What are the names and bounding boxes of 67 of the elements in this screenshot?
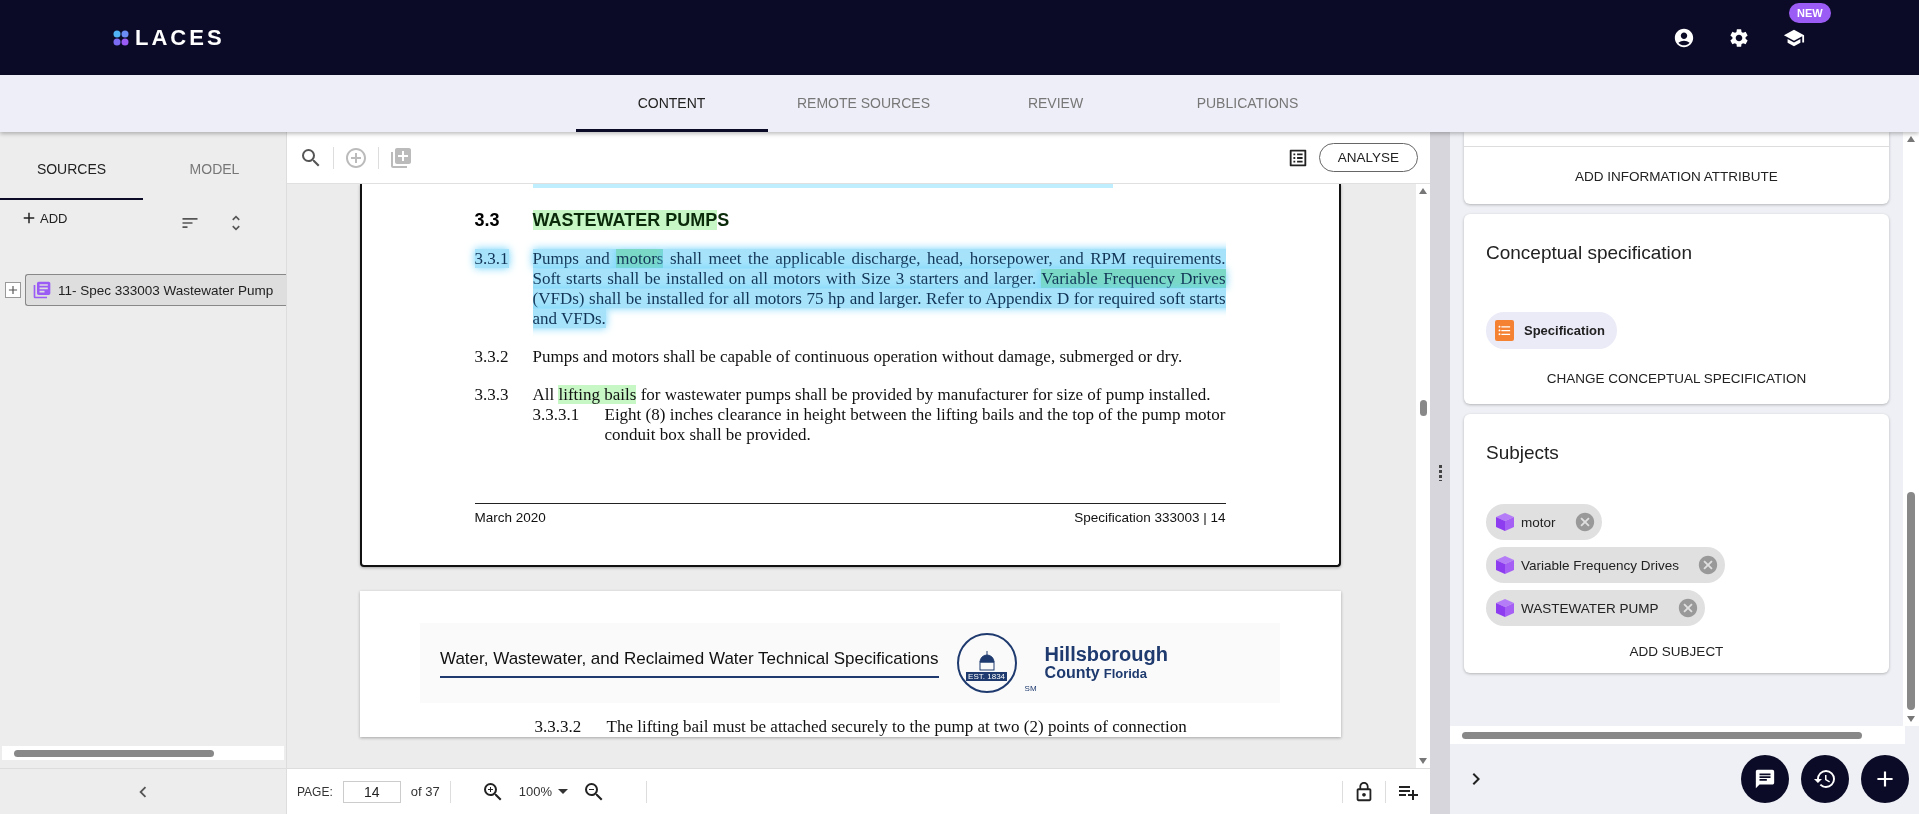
page-total: of 37 — [410, 784, 440, 799]
history-icon — [1813, 767, 1837, 791]
panel-tab[interactable]: MODEL — [143, 132, 286, 200]
add-button[interactable]: ADD — [20, 209, 68, 227]
horizontal-scrollbar[interactable] — [1450, 726, 1905, 744]
specification-chip[interactable]: Specification — [1486, 312, 1617, 349]
history-button[interactable] — [1801, 755, 1849, 803]
new-badge: NEW — [1789, 2, 1831, 23]
clause-text: Eight (8) inches clearance in height between the lifting bails and the top of the pump motor conduit box shall be provided. — [604, 405, 1226, 445]
main-tab[interactable]: REVIEW — [959, 75, 1152, 132]
scroll-down-arrow-icon[interactable] — [1419, 758, 1427, 764]
card-title: Subjects — [1486, 442, 1560, 464]
account-icon[interactable] — [1673, 26, 1695, 49]
caret-icon — [557, 789, 568, 794]
scroll-thumb[interactable] — [1907, 492, 1915, 710]
cube-icon — [1495, 598, 1515, 618]
clause-number: 3.3.3.2 — [534, 717, 583, 737]
logo-name: Hillsborough — [1044, 644, 1168, 666]
chat-icon — [1754, 768, 1776, 790]
cube-icon — [1495, 555, 1515, 575]
subject-chip[interactable]: Variable Frequency Drives — [1486, 547, 1726, 583]
expand-icon[interactable] — [5, 282, 21, 298]
list-icon — [1495, 320, 1514, 341]
clause-number: 3.3.1 — [474, 249, 509, 268]
section-number: 3.3 — [474, 210, 501, 231]
clause-text: All lifting bails for wastewater pumps shall be provided by manufacturer for size of pump installed. — [532, 385, 1212, 405]
add-button[interactable] — [1861, 755, 1909, 803]
scroll-down-arrow-icon[interactable] — [1907, 716, 1915, 722]
clause-text: Pumps and motors shall be capable of continuous operation without damage, submerged or dry. — [532, 347, 1184, 367]
clause-text: Pumps and motors shall meet the applicable discharge, head, horsepower, and RPM requirements. Soft starts shall be installed on all motors with Size 3 starters and larger. Variable Frequency Drives (VFDs) shall be installed for all motors 75 hp and larger. Refer to Appendix D for required soft starts and VFDs. — [532, 249, 1226, 329]
vertical-scrollbar[interactable] — [1416, 184, 1430, 768]
clause-number: 3.3.3 — [474, 385, 509, 404]
clause-text: The lifting bail must be attached securely to the pump at two (2) points of connection — [606, 717, 1187, 737]
section-title: WASTEWATER PUMPS — [532, 210, 730, 231]
footer-date: March 2020 — [474, 510, 546, 525]
document-icon — [32, 280, 52, 300]
add-attribute-button[interactable]: ADD INFORMATION ATTRIBUTE — [1575, 147, 1778, 204]
logo-county: County — [1044, 664, 1100, 682]
banner-title: Water, Wastewater, and Reclaimed Water Technical Specifications — [440, 648, 939, 678]
panel-tab[interactable]: SOURCES — [0, 132, 143, 200]
logo-icon — [113, 29, 129, 46]
scroll-up-arrow-icon[interactable] — [1907, 136, 1915, 142]
comments-button[interactable] — [1741, 755, 1789, 803]
scroll-up-arrow-icon[interactable] — [1419, 188, 1427, 194]
card-title: Conceptual specification — [1486, 242, 1693, 264]
service-mark: SM — [1024, 684, 1037, 693]
logo-state: Florida — [1103, 666, 1148, 682]
cube-icon — [1495, 512, 1515, 532]
settings-icon[interactable] — [1728, 26, 1750, 49]
clause-number: 3.3.3.1 — [532, 405, 581, 426]
add-subject-button[interactable]: ADD SUBJECT — [1629, 626, 1724, 659]
clause-number: 3.3.2 — [474, 347, 509, 366]
subject-chip[interactable]: motor — [1486, 504, 1602, 540]
page-label: PAGE: — [297, 784, 333, 799]
app-logo: LACES — [135, 24, 225, 51]
footer-page-info: Specification 333003 | 14 — [1074, 510, 1226, 525]
analyse-button[interactable]: ANALYSE — [1318, 143, 1418, 172]
change-specification-button[interactable]: CHANGE CONCEPTUAL SPECIFICATION — [1546, 349, 1807, 390]
tree-item[interactable]: 11- Spec 333003 Wastewater Pump — [25, 274, 286, 306]
scroll-thumb[interactable] — [1419, 400, 1427, 416]
zoom-select[interactable]: 100% — [514, 784, 572, 799]
horizontal-scrollbar[interactable] — [2, 746, 284, 760]
main-tab[interactable]: PUBLICATIONS — [1151, 75, 1344, 132]
subject-chip[interactable]: WASTEWATER PUMP — [1486, 590, 1705, 626]
seal-text: EST. 1834 — [966, 672, 1008, 681]
page-input[interactable]: 14 — [342, 780, 401, 803]
main-tab[interactable]: REMOTE SOURCES — [767, 75, 960, 132]
